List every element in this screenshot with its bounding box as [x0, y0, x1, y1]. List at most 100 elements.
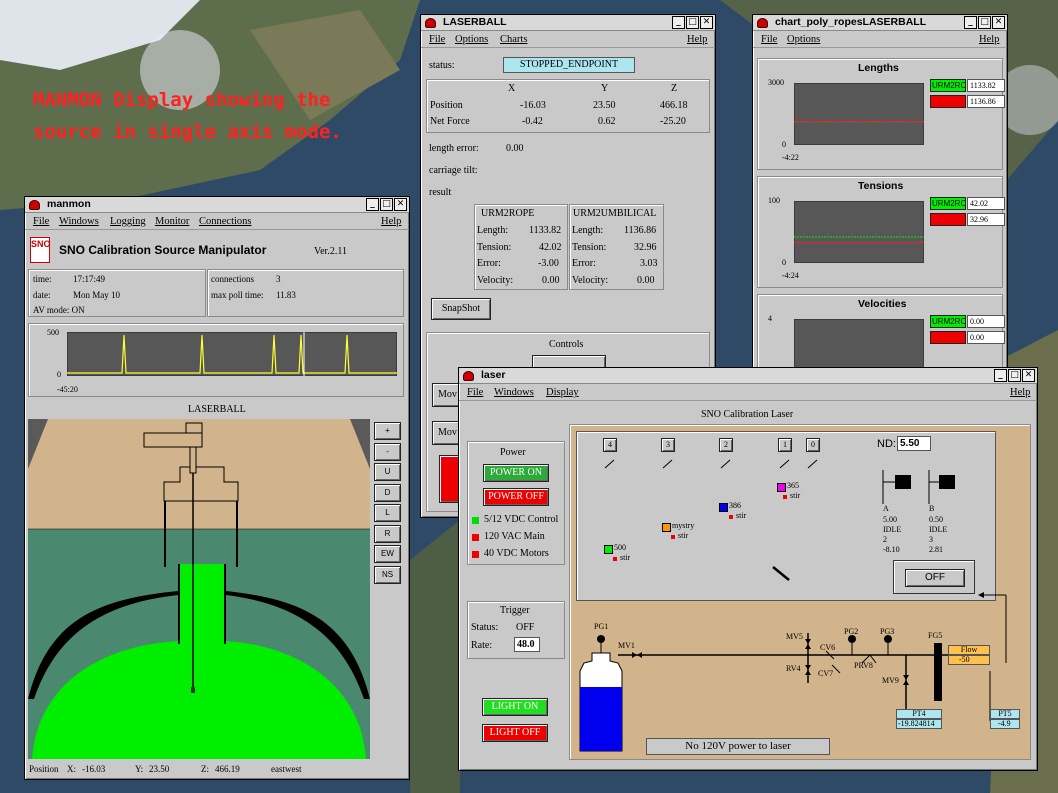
position-z: 466.18 — [660, 100, 688, 111]
maximize-icon[interactable]: □ — [1008, 369, 1021, 382]
cv6-label: CV6 — [820, 643, 836, 652]
y-tick-max: 500 — [47, 328, 59, 337]
view-button-3[interactable]: D — [374, 483, 401, 502]
view-button-2[interactable]: U — [374, 463, 401, 481]
rope-tension: 42.02 — [539, 242, 562, 253]
col-x: X — [508, 83, 516, 94]
view-button-0[interactable]: + — [374, 422, 401, 440]
menu-display[interactable]: Display — [546, 387, 579, 398]
rate-input[interactable]: 48.0 — [514, 637, 540, 652]
menu-help[interactable]: Help — [687, 34, 707, 45]
status-label: status: — [429, 60, 455, 71]
fg5-label: FG5 — [928, 631, 943, 640]
chart-panel-1: Tensions 100 0 -4:24 URM2RO 42.02 32.96 — [757, 176, 1005, 288]
close-icon[interactable]: ✕ — [700, 16, 713, 29]
laser-schematic: 43210 ND: 5.50 365 stir 386 stir mystry … — [569, 424, 1031, 760]
poll-value: 11.83 — [276, 290, 296, 300]
trigger-label: Trigger — [500, 605, 530, 616]
menu-file[interactable]: File — [467, 387, 483, 398]
legend-swatch[interactable] — [930, 331, 966, 344]
legend-swatch[interactable]: URM2RO — [930, 315, 966, 328]
y-tick-max: 100 — [768, 196, 780, 205]
menu-help[interactable]: Help — [381, 216, 401, 227]
title-bar[interactable]: manmon _ □ ✕ — [25, 197, 409, 213]
status-mode: eastwest — [271, 764, 302, 774]
menu-help[interactable]: Help — [979, 34, 999, 45]
close-icon[interactable]: ✕ — [1022, 369, 1035, 382]
minimize-icon[interactable]: _ — [366, 198, 379, 211]
menu-file[interactable]: File — [33, 216, 49, 227]
legend-swatch[interactable] — [930, 213, 966, 226]
indicator-5v-icon — [472, 517, 479, 524]
minimize-icon[interactable]: _ — [994, 369, 1007, 382]
title-bar[interactable]: LASERBALL _ □ ✕ — [421, 15, 715, 31]
length-error-value: 0.00 — [506, 143, 524, 154]
menu-charts[interactable]: Charts — [500, 34, 527, 45]
minimize-icon[interactable]: _ — [672, 16, 685, 29]
menu-windows[interactable]: Windows — [59, 216, 99, 227]
close-icon[interactable]: ✕ — [992, 16, 1005, 29]
error-label: Error: — [572, 258, 596, 269]
indicator-40v-icon — [472, 551, 479, 558]
light-off-button[interactable]: LIGHT OFF — [482, 724, 548, 742]
menu-file[interactable]: File — [429, 34, 445, 45]
manmon-window: manmon _ □ ✕ File Windows Logging Monitor … — [24, 196, 410, 780]
x-tick-start: -4:24 — [782, 271, 799, 280]
view-button-1[interactable]: - — [374, 442, 401, 461]
title-bar[interactable]: chart_poly_ropesLASERBALL _ □ ✕ — [753, 15, 1007, 31]
maximize-icon[interactable]: □ — [380, 198, 393, 211]
menu-bar: File Options Help — [753, 31, 1007, 48]
length-label: Length: — [477, 225, 509, 236]
legend-readout: 42.02 — [967, 197, 1005, 210]
minimize-icon[interactable]: _ — [964, 16, 977, 29]
force-y: 0.62 — [598, 116, 616, 127]
menu-logging[interactable]: Logging — [110, 216, 146, 227]
menu-help[interactable]: Help — [1010, 387, 1030, 398]
rope-panel-urm2umbilical: URM2UMBILICAL Length: 1136.86 Tension: 3… — [569, 204, 664, 290]
time-value: 17:17:49 — [73, 274, 106, 284]
snapshot-button[interactable]: SnapShot — [431, 298, 491, 320]
window-menu-icon[interactable] — [425, 18, 436, 28]
flow-label: Flow — [948, 645, 990, 655]
detector-view[interactable] — [28, 419, 370, 759]
maximize-icon[interactable]: □ — [978, 16, 991, 29]
legend-swatch[interactable]: URM2RO — [930, 197, 966, 210]
view-button-4[interactable]: L — [374, 504, 401, 522]
close-icon[interactable]: ✕ — [394, 198, 407, 211]
view-button-7[interactable]: NS — [374, 565, 401, 584]
title-bar[interactable]: laser _ □ ✕ — [459, 368, 1037, 384]
power-panel: Power POWER ON POWER OFF 5/12 VDC Contro… — [467, 441, 565, 565]
view-button-5[interactable]: R — [374, 524, 401, 543]
power-on-button[interactable]: POWER ON — [483, 464, 549, 482]
window-menu-icon[interactable] — [757, 18, 768, 28]
window-menu-icon[interactable] — [29, 200, 40, 210]
legend-swatch[interactable] — [930, 95, 966, 108]
legend-swatch[interactable]: URM2RO — [930, 79, 966, 92]
light-on-button[interactable]: LIGHT ON — [482, 698, 548, 716]
maximize-icon[interactable]: □ — [686, 16, 699, 29]
rv4-label: RV4 — [786, 664, 801, 673]
pt5-value: -4.9 — [990, 719, 1020, 729]
chart-panel-0: Lengths 3000 0 -4:22 URM2RO 1133.82 1136.86 — [757, 58, 1005, 170]
menu-windows[interactable]: Windows — [494, 387, 534, 398]
date-label: date: — [33, 290, 51, 300]
laserball-source-icon[interactable] — [191, 687, 195, 693]
menu-monitor[interactable]: Monitor — [155, 216, 189, 227]
rope-length: 1133.82 — [529, 225, 562, 236]
mv5-label: MV5 — [786, 632, 803, 641]
mv9-label: MV9 — [882, 676, 899, 685]
menu-file[interactable]: File — [761, 34, 777, 45]
chart-plot — [794, 83, 924, 145]
legend-readout: 0.00 — [967, 315, 1005, 328]
power-off-button[interactable]: POWER OFF — [483, 488, 549, 506]
connections-panel: connections 3 max poll time: 11.83 — [207, 269, 404, 317]
indicator-40v-label: 40 VDC Motors — [484, 548, 549, 559]
window-title: LASERBALL — [443, 16, 507, 28]
window-menu-icon[interactable] — [463, 371, 474, 381]
view-button-6[interactable]: EW — [374, 545, 401, 563]
position-y: 23.50 — [593, 100, 616, 111]
menu-options[interactable]: Options — [455, 34, 488, 45]
menu-options[interactable]: Options — [787, 34, 820, 45]
menu-connections[interactable]: Connections — [199, 216, 252, 227]
window-title: manmon — [47, 198, 91, 210]
